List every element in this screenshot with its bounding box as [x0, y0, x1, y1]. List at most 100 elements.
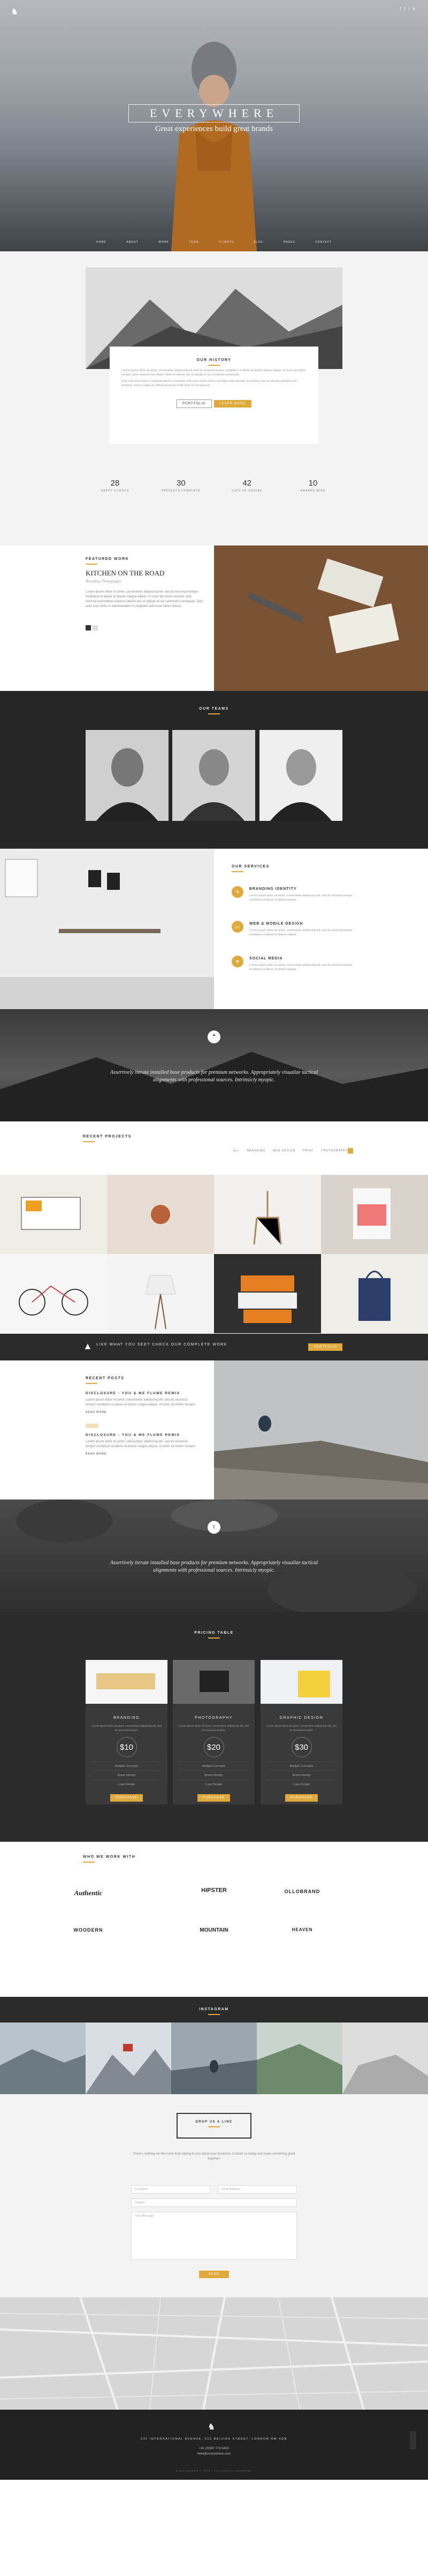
filter-branding[interactable]: BRANDING — [247, 1149, 265, 1152]
learn-more-button[interactable]: LEARN MORE — [214, 400, 251, 407]
featured-body: Lorem ipsum dolor sit amet, consectetur … — [86, 590, 203, 608]
read-more-link[interactable]: READ MORE — [86, 1411, 214, 1414]
client-logo[interactable]: MOUNTAIN — [185, 1927, 243, 1933]
cta-section: ▲ LIKE WHAT YOU SEE? CHECK OUR COMPLETE … — [0, 1334, 428, 1360]
footer-email[interactable]: hello@everywhere.com — [0, 2452, 428, 2456]
main-nav: HOME ABOUT WORK TEAM CLIENTS BLOG PAGES … — [96, 241, 332, 244]
slider-next-button[interactable] — [93, 625, 98, 630]
heading-divider — [208, 1637, 220, 1639]
clients-section: WHO WE WORK WITH Authentic HIPSTER OLLOB… — [0, 1842, 428, 1997]
heading-divider — [208, 365, 220, 366]
subject-field[interactable]: Subject — [131, 2198, 297, 2207]
nav-contact[interactable]: CONTACT — [315, 241, 332, 244]
post-title[interactable]: DISCLOSURE - YOU & ME FLUME REMIX — [86, 1391, 214, 1395]
heading-divider — [232, 871, 243, 872]
nav-team[interactable]: TEAM — [189, 241, 198, 244]
nav-about[interactable]: ABOUT — [127, 241, 139, 244]
portfolio-item[interactable] — [0, 1254, 107, 1333]
send-button[interactable]: SEND — [199, 2271, 229, 2278]
team-member-photo[interactable] — [86, 730, 169, 821]
footer-phone: +41 (0)987 776 6453 — [199, 2447, 229, 2450]
mountain-background — [0, 1052, 428, 1121]
instagram-photo[interactable] — [342, 2023, 428, 2094]
blog-section: RECENT POSTS DISCLOSURE - YOU & ME FLUME… — [0, 1360, 428, 1500]
stat-item: 28 HAPPY CLIENTS — [101, 479, 129, 493]
purchase-button[interactable]: PURCHASE — [110, 1794, 143, 1802]
instagram-photo[interactable] — [171, 2023, 257, 2094]
instagram-photo[interactable] — [86, 2023, 171, 2094]
filter-all[interactable]: ALL — [233, 1149, 240, 1152]
portfolio-item[interactable] — [0, 1175, 107, 1254]
back-to-top-button[interactable] — [410, 2431, 416, 2449]
pen-icon: ✎ — [232, 886, 243, 898]
team-heading: OUR TEAMS — [199, 707, 229, 711]
featured-photo — [214, 545, 428, 691]
email-field[interactable]: Email Address — [218, 2185, 297, 2194]
message-field[interactable]: Your Message — [131, 2212, 297, 2260]
team-member-photo[interactable] — [172, 730, 255, 821]
contact-box: DROP US A LINE — [177, 2113, 251, 2139]
portfolio-heading: RECENT PROJECTS — [83, 1135, 132, 1139]
stat-item: 42 CUPS OF COFFEE — [231, 479, 263, 493]
name-field[interactable]: Full Name — [131, 2185, 210, 2194]
featured-subtitle: Branding, Photography — [86, 579, 121, 583]
social-links[interactable]: ftin — [400, 6, 418, 11]
client-logo[interactable]: HIPSTER — [185, 1887, 243, 1894]
hero-section: ♞ ftin EVERYWHERE Great experiences buil… — [0, 0, 428, 251]
portfolio-button[interactable]: PORTFOLIO — [177, 399, 212, 408]
deer-logo-icon[interactable]: ♞ — [11, 6, 18, 17]
deer-logo-icon[interactable]: ♞ — [208, 2421, 215, 2432]
heading-divider — [86, 564, 97, 565]
filter-web-design[interactable]: WEB DESIGN — [273, 1149, 295, 1152]
portfolio-item[interactable] — [107, 1175, 214, 1254]
cta-portfolio-button[interactable]: PORTFOLIO — [308, 1343, 342, 1351]
nav-blog[interactable]: BLOG — [254, 241, 263, 244]
featured-label: FEATURED WORK — [86, 557, 129, 561]
post-title[interactable]: DISCLOSURE - YOU & ME FLUME REMIX — [86, 1433, 214, 1437]
quote-text: Assertively iterate installed base produ… — [110, 1070, 318, 1083]
portfolio-item[interactable] — [107, 1254, 214, 1333]
nav-home[interactable]: HOME — [96, 241, 106, 244]
purchase-button[interactable]: PURCHASE — [197, 1794, 231, 1802]
portfolio-item[interactable] — [214, 1175, 321, 1254]
blog-post: DISCLOSURE - YOU & ME FLUME REMIX Lorem … — [86, 1391, 214, 1414]
clients-heading: WHO WE WORK WITH — [83, 1855, 136, 1859]
instagram-photo[interactable] — [0, 2023, 86, 2094]
testimonial-section: ❝ Assertively iterate installed base pro… — [0, 1009, 428, 1121]
heading-divider — [208, 2126, 220, 2127]
services-section: OUR SERVICES ✎ BRANDING IDENTITY Lorem i… — [0, 849, 428, 1009]
copyright-text: EVERYWHERE © 2015 • ALL RIGHTS RESERVED — [175, 2470, 253, 2472]
instagram-section: INSTAGRAM — [0, 1997, 428, 2094]
instagram-photo[interactable] — [257, 2023, 342, 2094]
twitter-icon[interactable]: t — [208, 1521, 220, 1534]
slider-prev-button[interactable] — [86, 625, 91, 630]
client-logo[interactable]: WOODERN — [59, 1927, 118, 1933]
team-member-photo[interactable] — [259, 730, 342, 821]
post-tag — [86, 1424, 98, 1428]
client-logo[interactable]: OLLOBRAND — [273, 1889, 332, 1894]
nav-clients[interactable]: CLIENTS — [219, 241, 234, 244]
nav-work[interactable]: WORK — [158, 241, 169, 244]
pricing-card: GRAPHIC DESIGN Lorem ipsum dolor sit ame… — [261, 1660, 342, 1804]
read-more-link[interactable]: READ MORE — [86, 1452, 214, 1456]
portfolio-item[interactable] — [321, 1175, 428, 1254]
hero-photo — [171, 42, 257, 251]
blog-post: DISCLOSURE - YOU & ME FLUME REMIX Lorem … — [86, 1433, 214, 1456]
nav-pages[interactable]: PAGES — [284, 241, 295, 244]
contact-intro: There's nothing we like more than talkin… — [133, 2152, 295, 2160]
team-section: OUR TEAMS — [0, 691, 428, 849]
filter-print[interactable]: PRINT — [303, 1149, 314, 1152]
portfolio-item[interactable] — [214, 1254, 321, 1333]
quote-icon: ❝ — [208, 1031, 220, 1043]
filter-photography[interactable]: PHOTOGRAPHY — [321, 1149, 348, 1152]
plan-price: $10 — [116, 1737, 137, 1757]
stat-item: 10 AWARDS WINS — [300, 479, 326, 493]
map-section[interactable] — [0, 2297, 428, 2410]
portfolio-item[interactable] — [321, 1254, 428, 1333]
map-view[interactable] — [0, 2297, 428, 2410]
client-logo[interactable]: Authentic — [59, 1889, 118, 1897]
services-heading: OUR SERVICES — [232, 865, 270, 868]
grid-toggle-button[interactable] — [348, 1148, 353, 1154]
purchase-button[interactable]: PURCHASE — [285, 1794, 318, 1802]
client-logo[interactable]: HEAVEN — [273, 1927, 332, 1932]
